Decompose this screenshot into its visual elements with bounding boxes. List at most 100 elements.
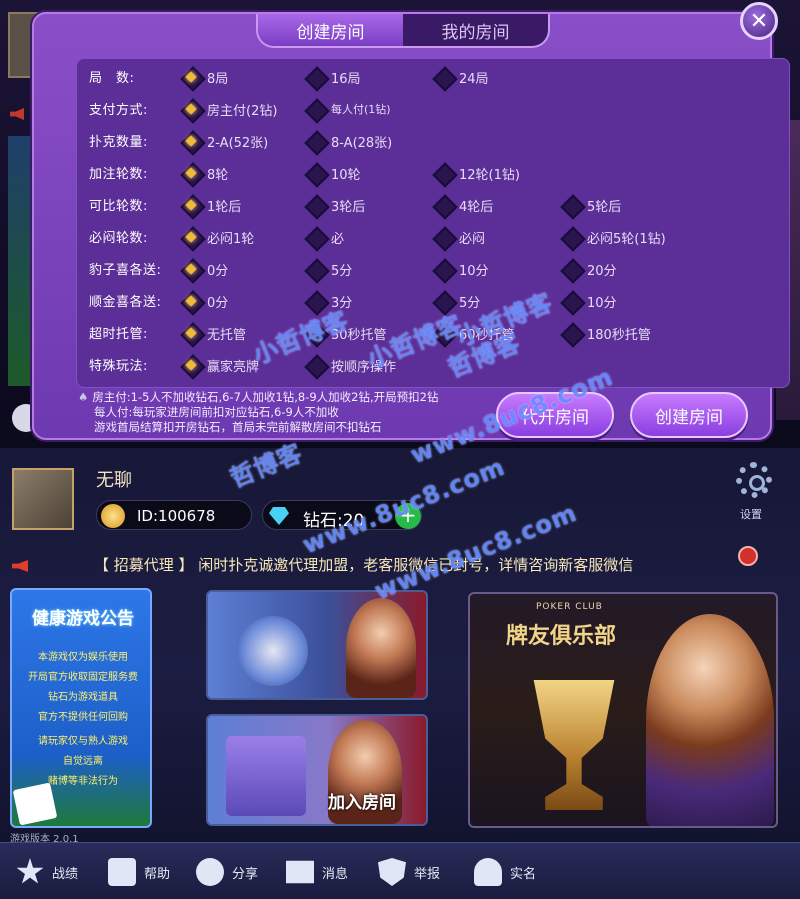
radio-diamond-icon xyxy=(433,259,453,279)
avatar[interactable] xyxy=(12,468,74,530)
tab-create-room[interactable]: 创建房间 xyxy=(258,14,403,46)
close-icon: ✕ xyxy=(749,8,769,34)
option-leopard-0[interactable]: 0分 xyxy=(181,258,228,280)
create-room-tile[interactable] xyxy=(206,590,428,700)
app-screen: 创建房间 我的房间 局 数: 8局 16局 24局 支付方式: 房主付(2钻) … xyxy=(0,0,800,899)
nav-help[interactable]: 帮助 xyxy=(108,857,170,887)
shield-icon xyxy=(378,858,406,886)
nav-records[interactable]: 战绩 xyxy=(16,857,78,887)
option-compare-4[interactable]: 4轮后 xyxy=(433,194,493,216)
option-row-rounds: 局 数: 8局 16局 24局 xyxy=(77,63,791,91)
nav-share[interactable]: 分享 xyxy=(196,857,258,887)
radio-diamond-icon xyxy=(305,163,325,183)
club-title: 牌友俱乐部 xyxy=(506,624,617,649)
radio-diamond-icon xyxy=(181,99,201,119)
note-line: 每人付:每玩家进房间前扣对应钻石,6-9人不加收 xyxy=(94,405,339,419)
help-icon xyxy=(108,858,136,886)
option-leopard-20[interactable]: 20分 xyxy=(561,258,617,280)
row-label: 超时托管: xyxy=(89,327,148,342)
user-icon xyxy=(474,858,502,886)
gear-icon[interactable] xyxy=(736,462,772,498)
marquee-close-icon[interactable] xyxy=(738,546,758,566)
option-each-pays[interactable]: 每人付(1钻) xyxy=(305,98,391,120)
settings-label[interactable]: 设置 xyxy=(740,506,762,522)
option-row-special-play: 特殊玩法: 赢家亮牌 按顺序操作 xyxy=(77,351,791,379)
row-label: 必闷轮数: xyxy=(89,231,148,246)
mail-icon xyxy=(286,860,314,884)
player-nickname: 无聊 xyxy=(96,470,132,491)
nav-messages[interactable]: 消息 xyxy=(286,857,348,887)
option-row-straight-flush-bonus: 顺金喜各送: 0分 3分 5分 10分 xyxy=(77,287,791,315)
join-room-tile[interactable]: 加入房间 xyxy=(206,714,428,826)
option-blind-2[interactable]: 必 xyxy=(305,226,344,248)
create-room-button[interactable]: 创建房间 xyxy=(630,392,748,438)
option-no-hosting[interactable]: 无托管 xyxy=(181,322,246,344)
option-leopard-5[interactable]: 5分 xyxy=(305,258,352,280)
radio-diamond-icon xyxy=(305,99,325,119)
notice-line: 本游戏仅为娱乐使用 xyxy=(38,652,128,663)
option-row-deck: 扑克数量: 2-A(52张) 8-A(28张) xyxy=(77,127,791,155)
option-compare-1[interactable]: 1轮后 xyxy=(181,194,241,216)
option-host-pays[interactable]: 房主付(2钻) xyxy=(181,98,277,120)
playing-cards-icon xyxy=(12,782,58,826)
radio-diamond-icon xyxy=(433,195,453,215)
poker-chip-icon xyxy=(238,616,308,686)
radio-diamond-icon xyxy=(305,259,325,279)
row-label: 支付方式: xyxy=(89,103,148,118)
radio-diamond-icon xyxy=(305,227,325,247)
row-label: 特殊玩法: xyxy=(89,359,148,374)
close-dialog-button[interactable]: ✕ xyxy=(740,2,778,40)
option-sf-0[interactable]: 0分 xyxy=(181,290,228,312)
radio-diamond-icon xyxy=(561,323,581,343)
bottom-nav-bar: 战绩 帮助 分享 消息 举报 实名 xyxy=(0,842,800,899)
option-row-blind-rounds: 必闷轮数: 必闷1轮 必 必闷 必闷5轮(1钻) xyxy=(77,223,791,251)
notice-title: 健康游戏公告 xyxy=(32,609,134,629)
radio-diamond-icon xyxy=(181,291,201,311)
row-label: 局 数: xyxy=(89,71,135,86)
option-sf-10[interactable]: 10分 xyxy=(561,290,617,312)
option-leopard-10[interactable]: 10分 xyxy=(433,258,489,280)
option-row-raise-rounds: 加注轮数: 8轮 10轮 12轮(1钻) xyxy=(77,159,791,187)
option-16-rounds[interactable]: 16局 xyxy=(305,66,361,88)
row-label: 豹子喜各送: xyxy=(89,263,162,278)
option-8-rounds[interactable]: 8局 xyxy=(181,66,228,88)
option-deck-28[interactable]: 8-A(28张) xyxy=(305,130,392,152)
option-raise-8[interactable]: 8轮 xyxy=(181,162,228,184)
radio-diamond-icon xyxy=(561,195,581,215)
store-icon xyxy=(226,736,306,816)
tab-my-rooms[interactable]: 我的房间 xyxy=(403,14,548,46)
notice-line: 开局官方收取固定服务费 xyxy=(28,672,138,683)
option-raise-10[interactable]: 10轮 xyxy=(305,162,361,184)
option-blind-1[interactable]: 必闷1轮 xyxy=(181,226,254,248)
option-24-rounds[interactable]: 24局 xyxy=(433,66,489,88)
option-row-compare-rounds: 可比轮数: 1轮后 3轮后 4轮后 5轮后 xyxy=(77,191,791,219)
radio-diamond-icon xyxy=(561,259,581,279)
option-compare-3[interactable]: 3轮后 xyxy=(305,194,365,216)
radio-diamond-icon xyxy=(305,131,325,151)
notice-line: 自觉远离 xyxy=(63,756,103,767)
diamond-icon xyxy=(269,507,289,525)
dimmed-speaker-icon xyxy=(10,108,24,120)
health-notice-card: 健康游戏公告 本游戏仅为娱乐使用 开局官方收取固定服务费 钻石为游戏道具 官方不… xyxy=(10,588,152,828)
checkbox-diamond-icon xyxy=(181,355,201,375)
option-raise-12[interactable]: 12轮(1钻) xyxy=(433,162,520,184)
option-deck-52[interactable]: 2-A(52张) xyxy=(181,130,268,152)
option-hosting-180[interactable]: 180秒托管 xyxy=(561,322,651,344)
nav-report[interactable]: 举报 xyxy=(378,857,440,887)
player-id-text: ID:100678 xyxy=(137,507,216,525)
option-row-leopard-bonus: 豹子喜各送: 0分 5分 10分 20分 xyxy=(77,255,791,283)
hostess-portrait xyxy=(646,614,774,826)
option-winner-shows[interactable]: 赢家亮牌 xyxy=(181,354,259,376)
row-label: 加注轮数: xyxy=(89,167,148,182)
nav-real-name[interactable]: 实名 xyxy=(474,857,536,887)
poker-club-tile[interactable]: POKER CLUB 牌友俱乐部 xyxy=(468,592,778,828)
share-icon xyxy=(196,858,224,886)
dimmed-notice-card xyxy=(8,136,32,386)
option-blind-3[interactable]: 必闷 xyxy=(433,226,485,248)
star-icon xyxy=(16,858,44,884)
option-compare-5[interactable]: 5轮后 xyxy=(561,194,621,216)
radio-diamond-icon xyxy=(561,227,581,247)
player-id-badge: ID:100678 xyxy=(96,500,252,530)
option-blind-5[interactable]: 必闷5轮(1钻) xyxy=(561,226,666,248)
dealer-portrait xyxy=(346,598,416,698)
